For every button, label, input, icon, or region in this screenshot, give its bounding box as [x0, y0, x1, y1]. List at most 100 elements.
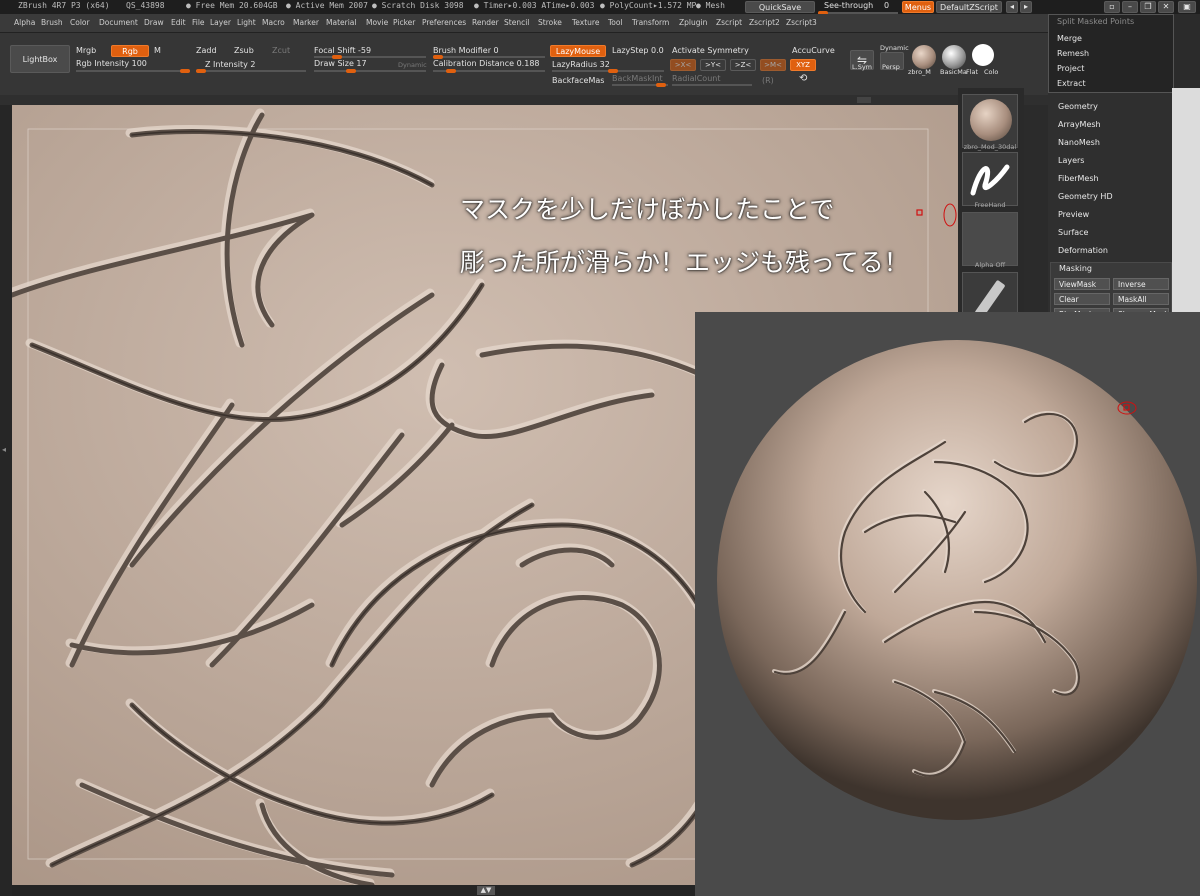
- merge-item[interactable]: Merge: [1057, 34, 1082, 43]
- menus-button[interactable]: Menus: [902, 1, 934, 13]
- menu-zscript[interactable]: Zscript: [716, 18, 742, 27]
- minimize-icon[interactable]: –: [1122, 1, 1138, 13]
- expand-handle-icon[interactable]: [857, 97, 871, 103]
- tray-toggle-icon[interactable]: ◂: [2, 445, 10, 459]
- menu-transform[interactable]: Transform: [632, 18, 669, 27]
- split-masked-points-item[interactable]: Split Masked Points: [1057, 17, 1134, 26]
- symmetry-y-button[interactable]: >Y<: [700, 59, 726, 71]
- maskall-button[interactable]: MaskAll: [1113, 293, 1169, 305]
- menu-brush[interactable]: Brush: [41, 18, 63, 27]
- focal-shift-slider[interactable]: [314, 56, 426, 58]
- material-zbro-swatch[interactable]: [912, 45, 936, 69]
- menu-marker[interactable]: Marker: [293, 18, 319, 27]
- z-intensity-knob[interactable]: [196, 69, 206, 73]
- menu-render[interactable]: Render: [472, 18, 499, 27]
- accucurve-button[interactable]: AccuCurve: [792, 46, 835, 55]
- draw-size-knob[interactable]: [346, 69, 356, 73]
- color-swatch[interactable]: [972, 44, 994, 66]
- radial-r-button[interactable]: (R): [762, 76, 774, 85]
- material-thumbnail[interactable]: [962, 94, 1018, 148]
- panel-item-fibermesh[interactable]: FiberMesh: [1058, 174, 1099, 183]
- panel-item-nanomesh[interactable]: NanoMesh: [1058, 138, 1100, 147]
- menu-material[interactable]: Material: [326, 18, 356, 27]
- menu-edit[interactable]: Edit: [171, 18, 186, 27]
- inverse-button[interactable]: Inverse: [1113, 278, 1169, 290]
- backfacemask-button[interactable]: BackfaceMas: [552, 76, 604, 85]
- radialcount-slider[interactable]: [672, 84, 752, 86]
- lazyradius-knob[interactable]: [608, 69, 618, 73]
- rgb-intensity-knob[interactable]: [180, 69, 190, 73]
- lazymouse-button[interactable]: LazyMouse: [550, 45, 606, 57]
- menu-color[interactable]: Color: [70, 18, 90, 27]
- close-icon[interactable]: ✕: [1158, 1, 1174, 13]
- menu-movie[interactable]: Movie: [366, 18, 388, 27]
- menu-stencil[interactable]: Stencil: [504, 18, 529, 27]
- menu-zscript2[interactable]: Zscript2: [749, 18, 780, 27]
- menu-stroke[interactable]: Stroke: [538, 18, 562, 27]
- rotate-icon[interactable]: ⟲: [799, 73, 807, 84]
- menu-zscript3[interactable]: Zscript3: [786, 18, 817, 27]
- activate-symmetry-button[interactable]: Activate Symmetry: [672, 46, 749, 55]
- rgb-button[interactable]: Rgb: [111, 45, 149, 57]
- menu-alpha[interactable]: Alpha: [14, 18, 35, 27]
- free-mem-readout: ● Free Mem 20.604GB: [186, 1, 278, 10]
- menu-tool[interactable]: Tool: [608, 18, 623, 27]
- menu-picker[interactable]: Picker: [393, 18, 415, 27]
- project-item[interactable]: Project: [1057, 64, 1084, 73]
- panel-item-surface[interactable]: Surface: [1058, 228, 1088, 237]
- lock-icon[interactable]: ▫: [1104, 1, 1120, 13]
- masking-title[interactable]: Masking: [1059, 264, 1092, 273]
- arrow-right-icon[interactable]: ▸: [1020, 1, 1032, 13]
- zsub-button[interactable]: Zsub: [234, 46, 254, 55]
- panel-item-preview[interactable]: Preview: [1058, 210, 1089, 219]
- material-thumbnail-label: zbro_Mod_30dal: [963, 143, 1017, 151]
- lightbox-button[interactable]: LightBox: [10, 45, 70, 73]
- zcut-button[interactable]: Zcut: [272, 46, 290, 55]
- restore-icon[interactable]: ❐: [1140, 1, 1156, 13]
- menu-draw[interactable]: Draw: [144, 18, 164, 27]
- backmaskint-slider-label: BackMaskInt: [612, 74, 663, 83]
- m-button[interactable]: M: [154, 46, 161, 55]
- symmetry-x-button[interactable]: >X<: [670, 59, 696, 71]
- viewmask-button[interactable]: ViewMask: [1054, 278, 1110, 290]
- xyz-button[interactable]: XYZ: [790, 59, 816, 71]
- menu-texture[interactable]: Texture: [572, 18, 599, 27]
- menu-layer[interactable]: Layer: [210, 18, 231, 27]
- panel-item-geometry-hd[interactable]: Geometry HD: [1058, 192, 1113, 201]
- rgb-intensity-slider[interactable]: [76, 70, 190, 72]
- basicmaterial-swatch[interactable]: [942, 45, 966, 69]
- panel-item-deformation[interactable]: Deformation: [1058, 246, 1108, 255]
- quicksave-button[interactable]: QuickSave: [745, 1, 815, 13]
- freehand-stroke-thumbnail[interactable]: [962, 152, 1018, 206]
- persp-label: Persp: [882, 63, 900, 71]
- extract-item[interactable]: Extract: [1057, 79, 1086, 88]
- menu-preferences[interactable]: Preferences: [422, 18, 466, 27]
- menu-zplugin[interactable]: Zplugin: [679, 18, 707, 27]
- default-zscript-button[interactable]: DefaultZScript: [936, 1, 1002, 13]
- calibration-distance-knob[interactable]: [446, 69, 456, 73]
- symmetry-m-button[interactable]: >M<: [760, 59, 786, 71]
- panel-item-arraymesh[interactable]: ArrayMesh: [1058, 120, 1101, 129]
- menu-light[interactable]: Light: [237, 18, 256, 27]
- menu-file[interactable]: File: [192, 18, 205, 27]
- menu-document[interactable]: Document: [99, 18, 138, 27]
- clear-mask-button[interactable]: Clear: [1054, 293, 1110, 305]
- remesh-item[interactable]: Remesh: [1057, 49, 1089, 58]
- draw-size-slider[interactable]: [314, 70, 426, 72]
- collapse-bottom-icon[interactable]: ▲▼: [477, 886, 495, 895]
- panel-item-layers[interactable]: Layers: [1058, 156, 1084, 165]
- backmaskint-knob[interactable]: [656, 83, 666, 87]
- calibration-distance-slider-label: Calibration Distance 0.188: [433, 59, 540, 68]
- alpha-label: Alpha Off: [974, 261, 1006, 269]
- dynamic-button[interactable]: Dynamic: [398, 61, 427, 69]
- zadd-button[interactable]: Zadd: [196, 46, 217, 55]
- menu-macro[interactable]: Macro: [262, 18, 285, 27]
- panel-item-geometry[interactable]: Geometry: [1058, 102, 1098, 111]
- z-intensity-slider[interactable]: [196, 70, 306, 72]
- mrgb-button[interactable]: Mrgb: [76, 46, 96, 55]
- brush-modifier-slider[interactable]: [433, 56, 545, 58]
- symmetry-z-button[interactable]: >Z<: [730, 59, 756, 71]
- alpha-thumbnail[interactable]: [962, 212, 1018, 266]
- arrow-left-icon[interactable]: ◂: [1006, 1, 1018, 13]
- window-icon[interactable]: ▣: [1178, 1, 1196, 13]
